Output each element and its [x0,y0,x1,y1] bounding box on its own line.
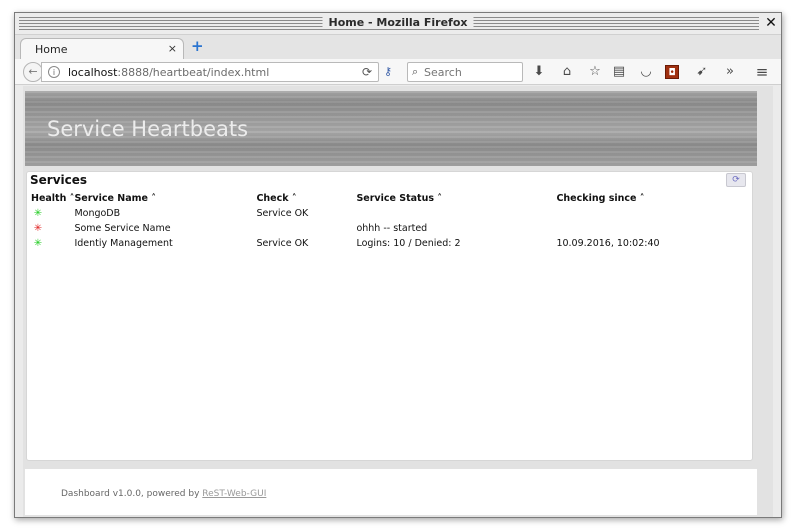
service-status-cell: ohhh -- started [356,223,428,234]
tab-close-icon[interactable]: × [168,42,177,55]
overflow-icon[interactable]: » [721,63,739,81]
column-header-check[interactable]: Check ˄ [256,190,356,206]
extension-icon[interactable]: ◘ [665,65,679,79]
tab-home[interactable]: Home × [20,38,184,60]
page-content: Service Heartbeats Services ⟳ Health ˄ S… [23,86,773,517]
title-bar[interactable]: Home - Mozilla Firefox ✕ [15,13,781,35]
health-cell: ✳ [31,221,74,236]
pocket-icon[interactable]: ◡ [637,63,655,81]
column-header-health[interactable]: Health ˄ [31,190,74,206]
table-row: ✳ MongoDB Service OK [31,206,706,221]
table-row: ✳ Some Service Name ohhh -- started [31,221,706,236]
service-status-cell [356,206,556,221]
key-icon[interactable]: ⚷ [384,65,398,79]
nav-toolbar: ← i localhost:8888/heartbeat/index.html … [15,59,781,85]
footer-link[interactable]: ReST-Web-GUI [202,489,266,499]
service-name-cell: Some Service Name [74,223,171,234]
checking-since-cell [556,221,706,236]
column-header-checking-since[interactable]: Checking since ˄ [556,190,706,206]
reading-list-icon[interactable]: ▤ [610,63,628,81]
column-header-service-name[interactable]: Service Name ˄ [74,190,256,206]
download-icon[interactable]: ⬇ [530,63,548,81]
health-status-icon: ✳ [33,238,43,249]
tab-strip: Home × + [15,35,781,60]
home-icon[interactable]: ⌂ [558,63,576,81]
bookmark-star-icon[interactable]: ☆ [586,63,604,81]
page-title: Service Heartbeats [47,117,249,141]
url-path: :8888/heartbeat/index.html [117,66,270,79]
scrollbar[interactable] [759,86,773,517]
info-icon[interactable]: i [48,66,60,78]
table-row: ✳ Identiy Management Service OK Logins: 10 … [31,236,706,251]
url-bar[interactable]: i localhost:8888/heartbeat/index.html ⟳ [41,62,379,82]
new-tab-icon[interactable]: + [191,39,204,54]
check-cell [256,221,356,236]
services-panel: Services ⟳ Health ˄ Service Name ˄ Check… [26,171,753,461]
search-box[interactable]: ⌕ [407,62,523,82]
health-cell: ✳ [31,206,74,221]
refresh-icon[interactable]: ⟳ [726,173,746,187]
search-icon: ⌕ [412,65,419,78]
health-status-icon: ✳ [33,208,43,219]
browser-window: Home - Mozilla Firefox ✕ Home × + ← i lo… [14,12,782,518]
column-header-service-status[interactable]: Service Status ˄ [356,190,556,206]
close-icon[interactable]: ✕ [763,15,779,32]
check-cell: Service OK [256,238,309,249]
search-input[interactable] [424,65,518,79]
url-text[interactable]: localhost:8888/heartbeat/index.html [68,66,269,79]
footer-text: Dashboard v1.0.0, powered by ReST-Web-GU… [61,489,266,499]
tab-label: Home [35,43,68,56]
check-cell: Service OK [256,208,309,219]
reload-icon[interactable]: ⟳ [362,65,372,79]
service-name-cell: Identiy Management [74,238,173,249]
url-host: localhost [68,66,118,79]
table-header-row: Health ˄ Service Name ˄ Check ˄ Service … [31,190,706,206]
health-status-icon: ✳ [33,223,43,234]
health-cell: ✳ [31,236,74,251]
back-icon[interactable]: ← [23,62,43,82]
page-footer: Dashboard v1.0.0, powered by ReST-Web-GU… [25,469,757,515]
services-table: Health ˄ Service Name ˄ Check ˄ Service … [31,190,706,251]
service-name-cell: MongoDB [74,208,121,219]
window-title: Home - Mozilla Firefox [322,16,474,29]
panel-title: Services [30,173,88,187]
checking-since-cell [556,206,706,221]
checking-since-cell: 10.09.2016, 10:02:40 [556,238,660,249]
footer-credit: Dashboard v1.0.0, powered by [61,489,203,499]
service-status-cell: Logins: 10 / Denied: 2 [356,238,461,249]
send-icon[interactable]: ➹ [693,63,711,81]
header-banner: Service Heartbeats [25,91,757,166]
menu-icon[interactable]: ≡ [753,63,771,81]
